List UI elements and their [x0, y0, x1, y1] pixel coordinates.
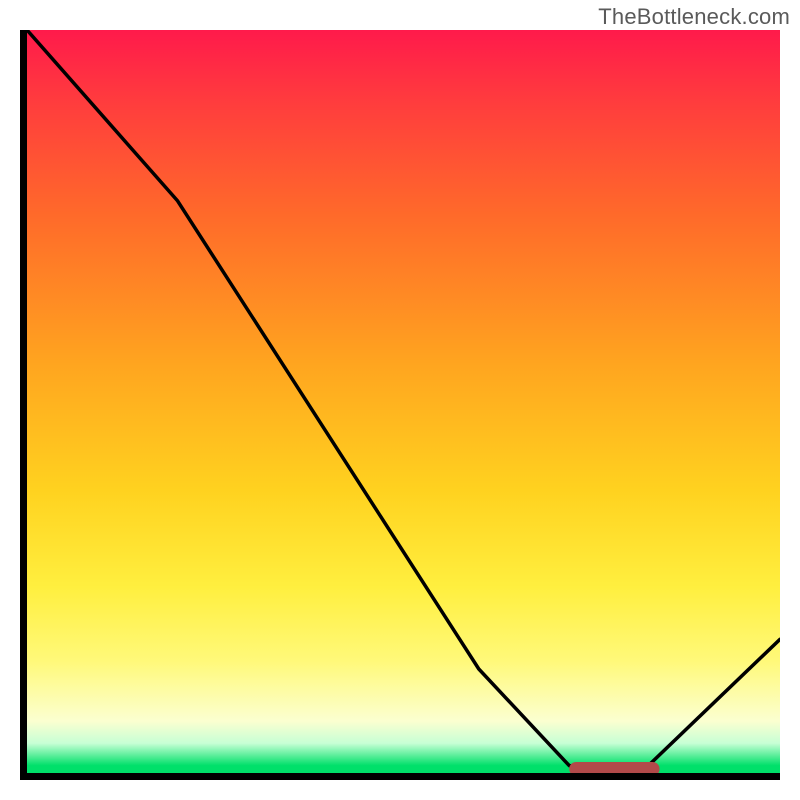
chart-svg — [27, 30, 780, 773]
watermark-text: TheBottleneck.com — [598, 4, 790, 30]
plot-area — [20, 30, 780, 780]
bottleneck-curve — [27, 30, 780, 773]
chart-container: TheBottleneck.com — [0, 0, 800, 800]
optimal-range-marker — [569, 762, 659, 776]
